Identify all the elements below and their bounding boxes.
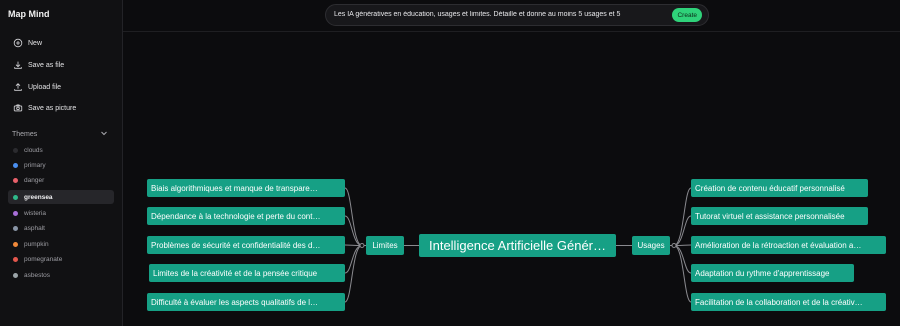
limit-node[interactable]: Dépendance à la technologie et perte du … <box>147 207 345 225</box>
limit-connector <box>344 215 363 246</box>
limit-node[interactable]: Biais algorithmiques et manque de transp… <box>147 179 345 197</box>
branch-node-limites[interactable]: Limites <box>366 236 404 255</box>
limit-node[interactable]: Difficulté à évaluer les aspects qualita… <box>147 293 345 311</box>
usage-connector <box>673 245 692 303</box>
usage-node[interactable]: Amélioration de la rétroaction et évalua… <box>691 236 886 254</box>
usage-node[interactable]: Facilitation de la collaboration et de l… <box>691 293 886 311</box>
limit-connector <box>344 187 363 246</box>
usage-node[interactable]: Tutorat virtuel et assistance personnali… <box>691 207 868 225</box>
root-node[interactable]: Intelligence Artificielle Génér… <box>419 234 616 257</box>
usage-node[interactable]: Création de contenu éducatif personnalis… <box>691 179 868 197</box>
usage-node[interactable]: Adaptation du rythme d'apprentissage <box>691 264 854 282</box>
usage-connector <box>673 244 692 246</box>
branch-node-usages[interactable]: Usages <box>632 236 670 255</box>
branch-junction <box>359 243 365 248</box>
limit-connector <box>344 245 363 303</box>
usage-connector <box>673 215 692 246</box>
limit-node[interactable]: Limites de la créativité et de la pensée… <box>149 264 345 282</box>
usage-connector <box>673 187 692 246</box>
limit-connector <box>344 244 363 246</box>
branch-junction <box>671 243 677 248</box>
limit-node[interactable]: Problèmes de sécurité et confidentialité… <box>147 236 345 254</box>
